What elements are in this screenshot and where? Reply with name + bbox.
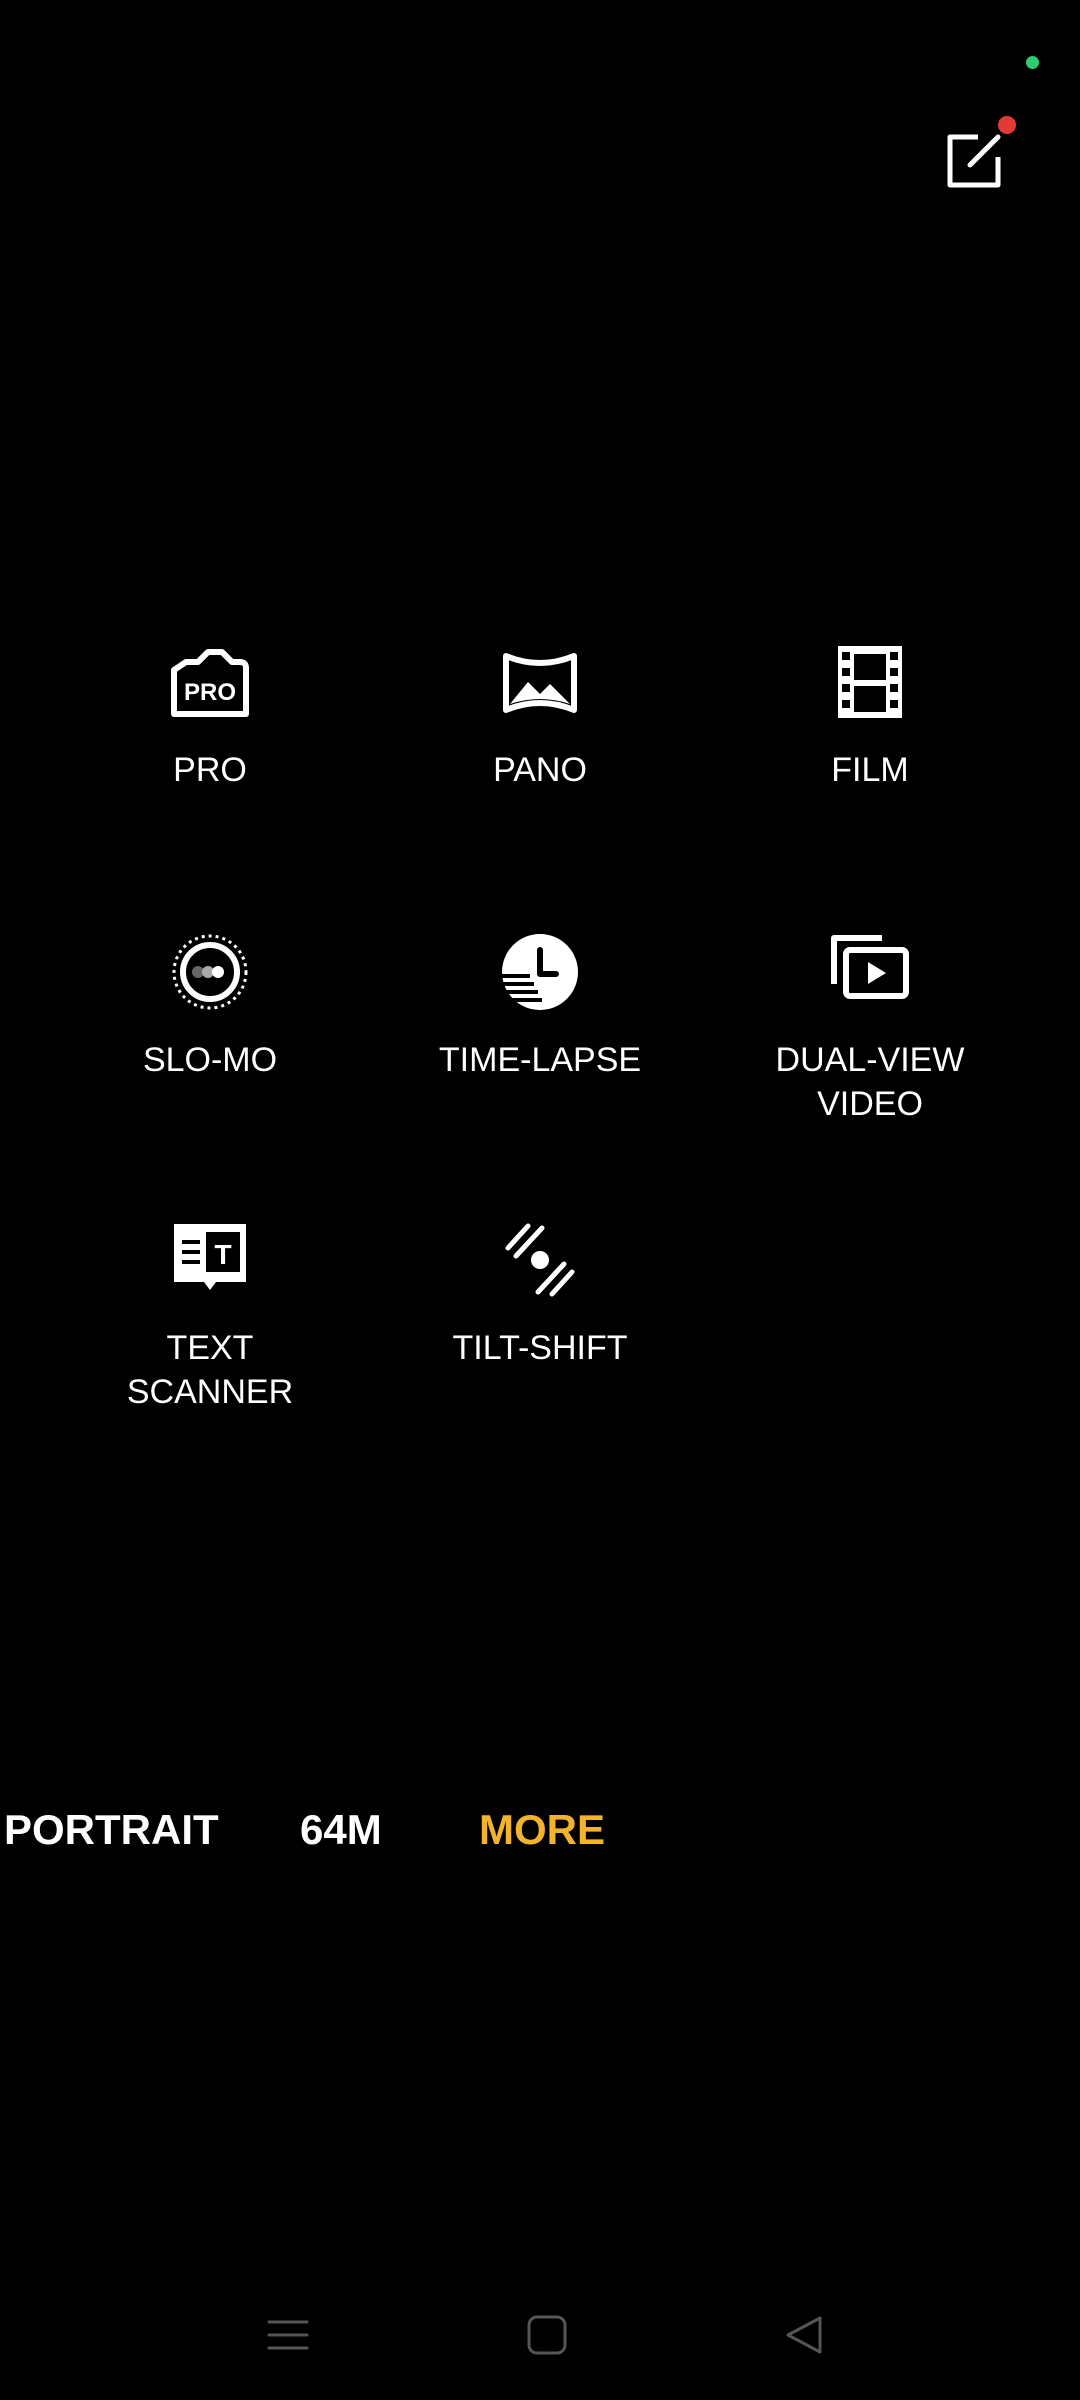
mode-label: DUAL-VIEW VIDEO bbox=[775, 1041, 965, 1123]
text-scanner-icon: T bbox=[168, 1218, 252, 1302]
notification-badge bbox=[998, 116, 1016, 134]
mode-label: PANO bbox=[493, 751, 587, 789]
mode-label: FILM bbox=[831, 751, 909, 789]
edit-icon bbox=[947, 134, 1001, 188]
dual-view-icon bbox=[828, 930, 912, 1014]
mode-label: SLO-MO bbox=[142, 1041, 278, 1079]
menu-icon[interactable] bbox=[265, 2312, 311, 2358]
home-icon[interactable] bbox=[524, 2312, 570, 2358]
system-navigation-bar bbox=[0, 2300, 1080, 2370]
tilt-shift-icon bbox=[498, 1218, 582, 1302]
back-icon[interactable] bbox=[782, 2312, 828, 2358]
mode-bar-more[interactable]: MORE bbox=[479, 1800, 605, 1860]
pro-icon: PRO bbox=[168, 640, 252, 724]
pano-icon bbox=[498, 640, 582, 724]
mode-text-scanner[interactable]: T TEXT SCANNER bbox=[60, 1218, 360, 1414]
mode-label: PRO bbox=[173, 751, 247, 789]
mode-pano[interactable]: PANO bbox=[390, 640, 690, 792]
mode-pro[interactable]: PRO PRO bbox=[60, 640, 360, 792]
clock-icon bbox=[498, 930, 582, 1014]
film-icon bbox=[828, 640, 912, 724]
slow-motion-icon bbox=[168, 930, 252, 1014]
camera-more-modes-screen: PRO PRO PANO FILM SLO-MO TIME-LAPSE DUAL… bbox=[0, 0, 1080, 2400]
mode-time-lapse[interactable]: TIME-LAPSE bbox=[390, 930, 690, 1082]
mode-bar-portrait[interactable]: PORTRAIT bbox=[4, 1800, 219, 1860]
mode-label: TIME-LAPSE bbox=[438, 1041, 642, 1079]
mode-bar-64m[interactable]: 64M bbox=[300, 1800, 382, 1860]
mode-dual-view-video[interactable]: DUAL-VIEW VIDEO bbox=[720, 930, 1020, 1126]
mode-label: TEXT SCANNER bbox=[126, 1329, 294, 1411]
camera-mode-bar[interactable]: PORTRAIT 64M MORE bbox=[0, 1800, 1080, 1860]
edit-modes-button[interactable] bbox=[940, 125, 1010, 195]
mode-slo-mo[interactable]: SLO-MO bbox=[60, 930, 360, 1082]
svg-text:T: T bbox=[214, 1239, 231, 1270]
svg-text:PRO: PRO bbox=[184, 679, 236, 706]
mode-label: TILT-SHIFT bbox=[452, 1329, 628, 1367]
mode-tilt-shift[interactable]: TILT-SHIFT bbox=[390, 1218, 690, 1370]
privacy-indicator-dot bbox=[1026, 56, 1039, 69]
mode-film[interactable]: FILM bbox=[720, 640, 1020, 792]
